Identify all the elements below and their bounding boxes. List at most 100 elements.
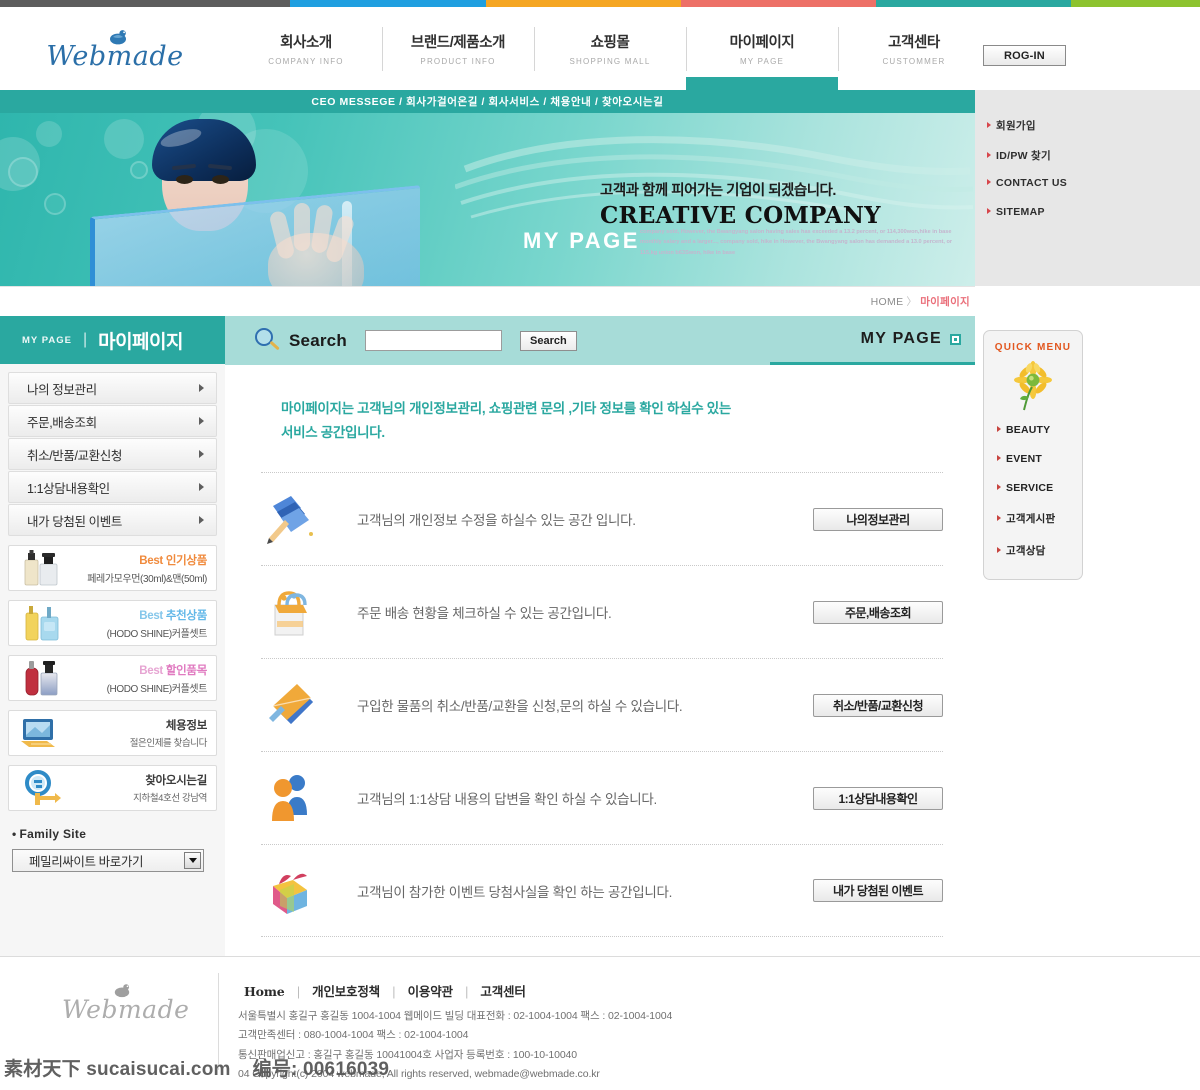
quick-menu-item-beauty[interactable]: BEAUTY [997,424,1055,436]
family-site-block: • Family Site 페밀리싸이트 바로가기 [12,827,225,872]
promo-box-best-recommend[interactable]: Best 추천상품 (HODO SHINE)커플셋트 [8,600,217,646]
nav-label-ko: 마이페이지 [729,35,795,51]
bubble-decor [8,157,38,187]
promo-box-best-popular[interactable]: Best 인기상품 페레가모우먼(30ml)&맨(50ml) [8,545,217,591]
sunflower-icon [1010,360,1056,412]
footer-link-customer[interactable]: 고객센터 [480,985,525,999]
service-row-button[interactable]: 취소/반품/교환신청 [813,693,943,717]
nav-label-ko: 브랜드/제품소개 [410,35,506,51]
triangle-bullet-icon [997,426,1001,432]
breadcrumb-home[interactable]: HOME [871,296,904,308]
color-segment-0 [0,0,290,7]
bird-logo-icon [113,983,131,998]
footer-separator: | [465,985,469,999]
service-row-button[interactable]: 내가 당첨된 이벤트 [813,879,943,903]
sidebar-item-label: 주문,배송조회 [27,415,97,430]
family-site-label-text: Family Site [19,827,87,841]
info-box-directions[interactable]: 찾아오시는길 지하철4호선 강남역 [8,765,217,811]
search-button[interactable]: Search [519,330,577,351]
promo-text: Best 추천상품 (HODO SHINE)커플셋트 [69,607,216,640]
nav-item-product[interactable]: 브랜드/제품소개 PRODUCT INFO [382,21,534,77]
page-title: MY PAGE [860,330,942,347]
triangle-bullet-icon [997,515,1001,521]
quick-menu-label: EVENT [1006,453,1043,465]
page-root: Webmade 회사소개 COMPANY INFO 브랜드/제품소개 PRODU… [0,0,1200,1090]
sidebar-item-label: 취소/반품/교환신청 [27,448,122,463]
gift-box-icon [263,862,325,920]
promo-subtitle: (HODO SHINE)커플셋트 [106,683,208,695]
main-content: Search Search MY PAGE 마이페이지는 고객님의 개인정보관리… [225,316,975,956]
sidebar-header-ko: 마이페이지 [98,331,183,353]
promo-title-rest: 할인품목 [165,664,207,677]
login-button[interactable]: ROG-IN [983,45,1066,66]
family-site-selected-value: 페밀리싸이트 바로가기 [29,855,144,869]
member-link-contact[interactable]: CONTACT US [987,177,1067,189]
search-icon [254,327,280,354]
nav-item-shopping[interactable]: 쇼핑몰 SHOPPING MALL [534,21,686,77]
info-box-recruit[interactable]: 체용정보 절은인제를 찾습니다 [8,710,217,756]
footer-logo: Webmade [62,983,189,1024]
search-input[interactable] [364,330,502,351]
banner-zone: CEO MESSEGE / 회사가걸어온길 / 회사서비스 / 채용안내 / 찾… [0,90,1200,286]
sidebar-item-cancel-return[interactable]: 취소/반품/교환신청 [8,438,217,470]
quick-menu-label: 고객상담 [1006,545,1046,557]
info-box-title: 찾아오시는길 [145,775,207,787]
service-row-list: 고객님의 개인정보 수정을 하실수 있는 공간 입니다. 나의정보관리 주문 배… [261,472,943,938]
sidebar-item-event-win[interactable]: 내가 당첨된 이벤트 [8,504,217,536]
family-site-select[interactable]: 페밀리싸이트 바로가기 [12,849,204,872]
envelope-arrow-icon [263,676,325,734]
square-marker-icon [950,333,961,345]
sidebar-item-my-info[interactable]: 나의 정보관리 [8,372,217,404]
nav-label-en: MY PAGE [739,57,785,66]
sub-navigation-bar[interactable]: CEO MESSEGE / 회사가걸어온길 / 회사서비스 / 채용안내 / 찾… [0,90,975,113]
quick-menu-label: SERVICE [1006,482,1054,494]
member-link-findid[interactable]: ID/PW 찾기 [987,148,1051,163]
service-row-description: 주문 배송 현황을 체크하실 수 있는 공간입니다. [357,606,612,622]
sidebar-header: MY PAGE | 마이페이지 [0,316,225,364]
breadcrumb-zone: HOME 〉 마이페이지 [0,286,1200,316]
service-row-button[interactable]: 주문,배송조회 [813,600,943,624]
quick-menu-item-service[interactable]: SERVICE [997,482,1055,494]
promo-best-label: Best [139,664,163,677]
chevron-right-icon [199,516,204,524]
family-site-label: • Family Site [12,827,225,841]
color-segment-1 [290,0,486,7]
member-link-sitemap[interactable]: SITEMAP [987,206,1045,218]
footer-link-home[interactable]: Home [244,984,285,999]
footer-separator: | [392,985,396,999]
member-link-signup[interactable]: 회원가입 [987,118,1036,133]
footer-link-privacy[interactable]: 개인보호정책 [312,985,380,999]
finger [294,203,310,251]
nav-item-company[interactable]: 회사소개 COMPANY INFO [230,21,382,77]
color-segment-2 [486,0,681,7]
site-logo[interactable]: Webmade [0,25,230,72]
quick-menu-item-board[interactable]: 고객게시판 [997,511,1055,526]
footer-link-terms[interactable]: 이용약관 [408,985,453,999]
triangle-bullet-icon [987,179,991,185]
nav-item-customer[interactable]: 고객센타 CUSTOMMER [838,21,990,77]
quick-menu-links: BEAUTY EVENT SERVICE 고객게시판 고객상담 [997,424,1055,575]
quick-menu-label: 고객게시판 [1006,513,1056,525]
quick-menu-label: BEAUTY [1006,424,1051,436]
service-row-button[interactable]: 1:1상담내용확인 [813,786,943,810]
chevron-down-icon[interactable] [184,852,201,869]
quick-menu-item-consult[interactable]: 고객상담 [997,543,1055,558]
sidebar-item-order-delivery[interactable]: 주문,배송조회 [8,405,217,437]
promo-box-best-discount[interactable]: Best 할인품목 (HODO SHINE)커플셋트 [8,655,217,701]
sidebar-item-consult[interactable]: 1:1상담내용확인 [8,471,217,503]
magnifier-map-icon [13,768,69,808]
triangle-bullet-icon [997,455,1001,461]
banner-lorem-text: company sold, However, the Bwangyang sal… [640,229,953,256]
image-watermark: 素材天下 sucaisucai.com 编号: 00616039 [0,1050,1200,1084]
nav-label-en: PRODUCT INFO [420,57,496,66]
quick-menu-item-event[interactable]: EVENT [997,453,1055,465]
person-eye [212,175,229,184]
nav-item-mypage[interactable]: 마이페이지 MY PAGE [686,21,838,104]
hero-banner: 고객과 함께 피어가는 기업이 되겠습니다. CREATIVE COMPANY … [0,113,975,286]
service-row: 구입한 물품의 취소/반품/교환을 신청,문의 하실 수 있습니다. 취소/반품… [261,658,943,751]
footer-address-line: 고객만족센터 : 080-1004-1004 팩스 : 02-1004-1004 [238,1029,469,1042]
sidebar-item-label: 1:1상담내용확인 [27,481,110,496]
chevron-right-icon [199,417,204,425]
service-row-button[interactable]: 나의정보관리 [813,507,943,531]
member-link-label: CONTACT US [996,177,1068,189]
